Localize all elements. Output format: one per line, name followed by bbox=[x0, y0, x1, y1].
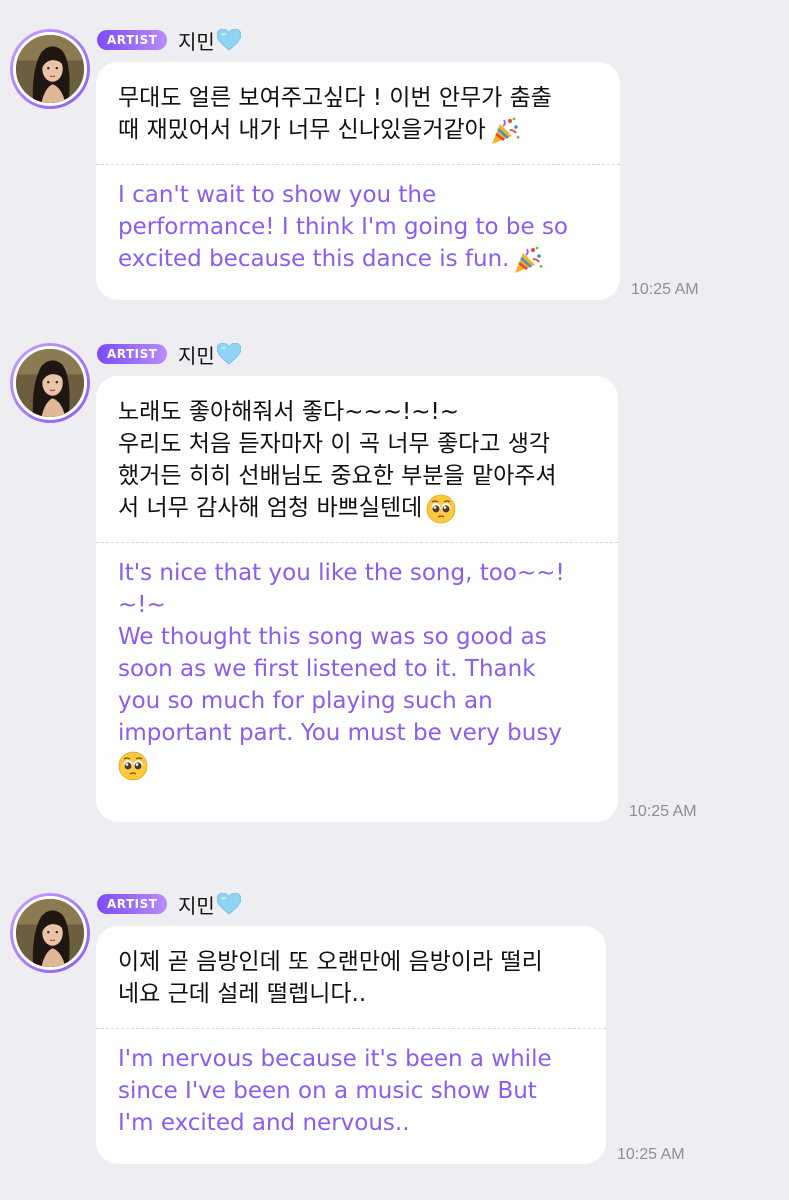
avatar-photo bbox=[16, 35, 84, 103]
pleading-face-icon bbox=[118, 751, 148, 781]
avatar-photo bbox=[16, 899, 84, 967]
translation-divider bbox=[96, 542, 618, 543]
pleading-face-icon bbox=[426, 494, 456, 524]
translation-divider bbox=[96, 1028, 606, 1029]
translation-divider bbox=[96, 164, 620, 165]
korean-text: 노래도 좋아해줘서 좋다~~~!~!~ 우리도 처음 듣자마자 이 곡 너무 좋… bbox=[118, 399, 557, 521]
artist-avatar[interactable] bbox=[10, 893, 90, 973]
message-bubble[interactable]: 이제 곧 음방인데 또 오랜만에 음방이라 떨리 네요 근데 설레 떨렙니다..… bbox=[96, 926, 606, 1164]
english-text: I can't wait to show you the performance… bbox=[118, 182, 569, 272]
sender-name-text: 지민 bbox=[178, 893, 215, 918]
message-bubble[interactable]: 무대도 얼른 보여주고싶다 ! 이번 안무가 춤출 때 재밌어서 내가 너무 신… bbox=[96, 62, 620, 300]
sender-name: 지민 bbox=[178, 890, 241, 918]
message-original-text: 노래도 좋아해줘서 좋다~~~!~!~ 우리도 처음 듣자마자 이 곡 너무 좋… bbox=[118, 390, 596, 524]
sender-name-text: 지민 bbox=[178, 29, 215, 54]
artist-badge: ARTIST bbox=[97, 894, 168, 914]
message-bubble[interactable]: 노래도 좋아해줘서 좋다~~~!~!~ 우리도 처음 듣자마자 이 곡 너무 좋… bbox=[96, 376, 618, 822]
message-translation-text: I can't wait to show you the performance… bbox=[118, 179, 598, 275]
sender-name: 지민 bbox=[178, 26, 241, 54]
message-original-text: 무대도 얼른 보여주고싶다 ! 이번 안무가 춤출 때 재밌어서 내가 너무 신… bbox=[118, 76, 598, 146]
message-translation-text: It's nice that you like the song, too~~!… bbox=[118, 557, 596, 781]
message-translation-text: I'm nervous because it's been a while si… bbox=[118, 1043, 584, 1139]
message-timestamp: 10:25 AM bbox=[629, 803, 697, 820]
artist-avatar[interactable] bbox=[10, 343, 90, 423]
artist-avatar[interactable] bbox=[10, 29, 90, 109]
message-timestamp: 10:25 AM bbox=[617, 1146, 685, 1163]
avatar-photo bbox=[16, 349, 84, 417]
party-popper-icon bbox=[490, 116, 520, 146]
message-original-text: 이제 곧 음방인데 또 오랜만에 음방이라 떨리 네요 근데 설레 떨렙니다.. bbox=[118, 940, 584, 1010]
message-timestamp: 10:25 AM bbox=[631, 281, 699, 298]
english-text: I'm nervous because it's been a while si… bbox=[118, 1046, 552, 1136]
english-text: It's nice that you like the song, too~~!… bbox=[118, 560, 565, 746]
sender-name-text: 지민 bbox=[178, 343, 215, 368]
light-blue-heart-icon bbox=[217, 29, 241, 51]
artist-badge: ARTIST bbox=[97, 344, 168, 364]
korean-text: 이제 곧 음방인데 또 오랜만에 음방이라 떨리 네요 근데 설레 떨렙니다.. bbox=[118, 949, 543, 1007]
korean-text: 무대도 얼른 보여주고싶다 ! 이번 안무가 춤출 때 재밌어서 내가 너무 신… bbox=[118, 85, 552, 143]
sender-name: 지민 bbox=[178, 340, 241, 368]
light-blue-heart-icon bbox=[217, 343, 241, 365]
party-popper-icon bbox=[513, 245, 543, 275]
light-blue-heart-icon bbox=[217, 893, 241, 915]
artist-badge: ARTIST bbox=[97, 30, 168, 50]
